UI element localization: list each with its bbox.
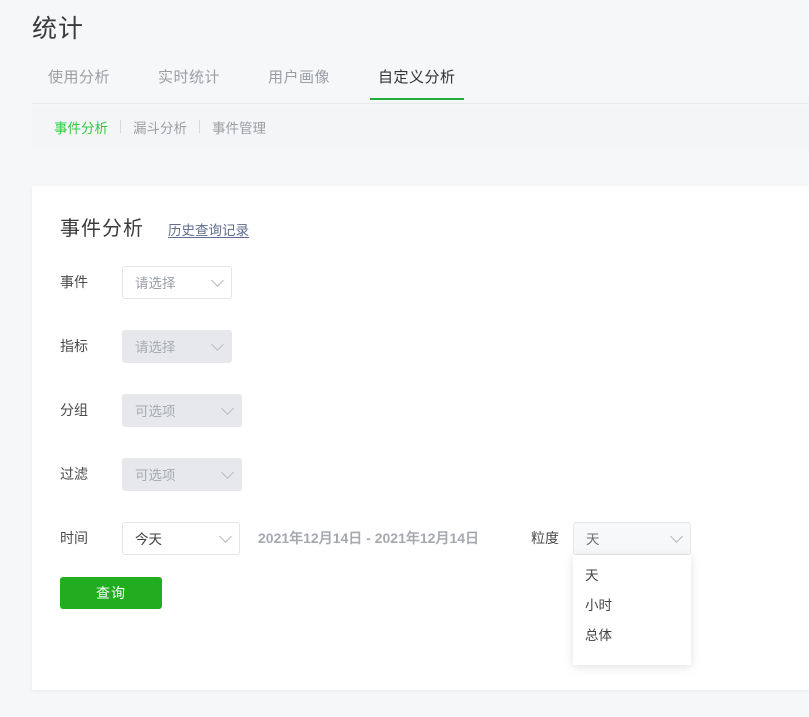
filter-select[interactable]: 可选项 — [122, 457, 242, 491]
tab-label: 实时统计 — [158, 69, 221, 86]
form-row-time: 时间 今天 2021年12月14日 - 2021年12月14日 粒度 天 天 小… — [60, 515, 809, 665]
form-label-metric: 指标 — [60, 338, 88, 354]
event-select-value: 请选择 — [135, 276, 176, 291]
granularity-select[interactable]: 天 — [573, 521, 692, 555]
filter-select-value: 可选项 — [135, 468, 176, 483]
event-select[interactable]: 请选择 — [122, 265, 232, 299]
granularity-dropdown: 天 天 小时 总体 — [573, 521, 692, 665]
form-label-granularity: 粒度 — [531, 530, 560, 546]
time-range-select[interactable]: 今天 — [122, 521, 240, 555]
event-analysis-card: 事件分析 历史查询记录 事件 请选择 指标 请选择 分组 可选项 过滤 可选项 … — [32, 186, 809, 690]
sub-navigation: 事件分析 漏斗分析 事件管理 — [32, 105, 809, 148]
granularity-group: 粒度 天 天 小时 总体 — [531, 521, 692, 665]
tab-user-profile[interactable]: 用户画像 — [268, 66, 330, 99]
form-row-filter: 过滤 可选项 — [60, 451, 809, 497]
page-title: 统计 — [32, 15, 85, 43]
tab-label: 使用分析 — [48, 69, 111, 86]
group-select-value: 可选项 — [135, 404, 176, 419]
query-button[interactable]: 查询 — [60, 577, 162, 609]
group-select[interactable]: 可选项 — [122, 393, 242, 427]
granularity-options-menu: 天 小时 总体 — [573, 554, 692, 665]
form-label-event: 事件 — [60, 274, 88, 290]
form-row-event: 事件 请选择 — [60, 259, 809, 305]
card-header: 事件分析 历史查询记录 — [32, 186, 809, 241]
subnav-item-funnel-analysis[interactable]: 漏斗分析 — [121, 117, 199, 137]
tab-usage-analysis[interactable]: 使用分析 — [48, 66, 110, 99]
tab-label: 自定义分析 — [378, 69, 456, 86]
form-row-metric: 指标 请选择 — [60, 323, 809, 369]
main-tab-bar: 使用分析 实时统计 用户画像 自定义分析 — [32, 66, 809, 104]
tab-realtime-stats[interactable]: 实时统计 — [158, 66, 220, 99]
granularity-option-total[interactable]: 总体 — [573, 621, 691, 651]
query-form: 事件 请选择 指标 请选择 分组 可选项 过滤 可选项 时间 今天 2021年1… — [32, 241, 809, 665]
tab-custom-analysis[interactable]: 自定义分析 — [370, 66, 464, 100]
card-title: 事件分析 — [60, 218, 144, 240]
form-actions: 查询 — [32, 561, 809, 609]
form-label-group: 分组 — [60, 402, 88, 418]
granularity-option-hour[interactable]: 小时 — [573, 591, 691, 621]
form-row-group: 分组 可选项 — [60, 387, 809, 433]
time-range-select-value: 今天 — [135, 532, 162, 547]
subnav-item-event-management[interactable]: 事件管理 — [200, 117, 278, 137]
granularity-select-value: 天 — [586, 532, 600, 547]
subnav-item-event-analysis[interactable]: 事件分析 — [42, 117, 120, 137]
date-range-text: 2021年12月14日 - 2021年12月14日 — [258, 530, 480, 546]
chevron-down-icon — [221, 402, 234, 415]
chevron-down-icon — [211, 274, 224, 287]
chevron-down-icon — [670, 530, 683, 543]
metric-select-value: 请选择 — [135, 340, 176, 355]
form-label-filter: 过滤 — [60, 466, 88, 482]
metric-select[interactable]: 请选择 — [122, 329, 232, 363]
form-label-time: 时间 — [60, 530, 88, 546]
granularity-option-day[interactable]: 天 — [573, 561, 691, 591]
tab-label: 用户画像 — [268, 69, 331, 86]
chevron-down-icon — [221, 466, 234, 479]
chevron-down-icon — [211, 338, 224, 351]
history-query-link[interactable]: 历史查询记录 — [168, 219, 249, 239]
chevron-down-icon — [219, 530, 232, 543]
